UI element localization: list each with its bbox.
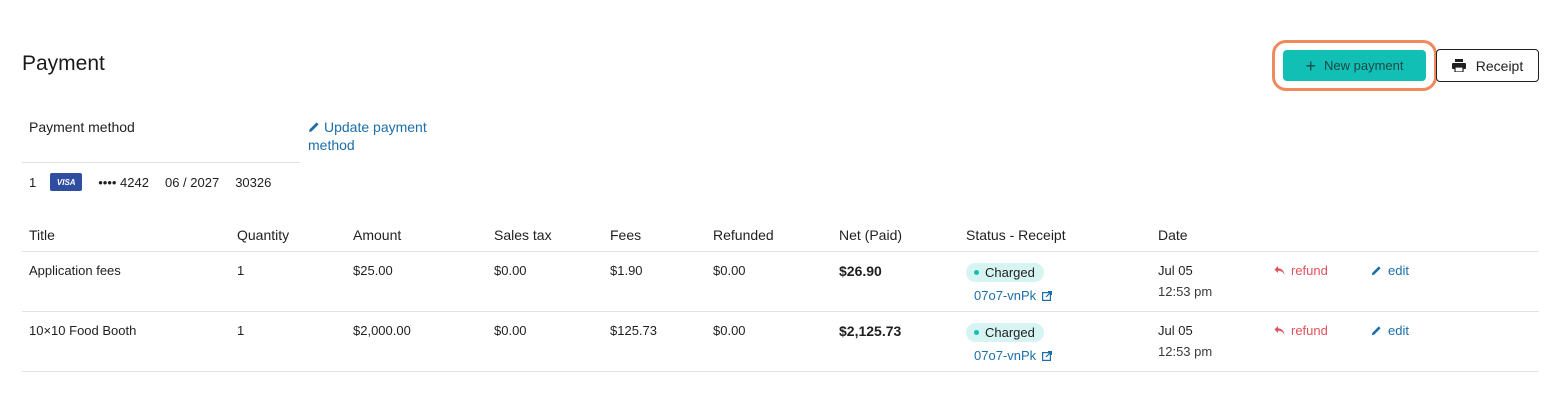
receipt-label: Receipt	[1475, 57, 1524, 74]
status-badge: Charged	[966, 323, 1044, 342]
row-sales-tax: $0.00	[494, 263, 527, 278]
header-date: Date	[1158, 227, 1188, 243]
pencil-icon	[1371, 326, 1381, 336]
payment-method-divider	[22, 162, 300, 163]
payments-table: Title Quantity Amount Sales tax Fees Ref…	[22, 219, 1539, 372]
table-row: 10×10 Food Booth 1 $2,000.00 $0.00 $125.…	[22, 312, 1539, 372]
page-title: Payment	[22, 52, 105, 75]
edit-label: edit	[1388, 263, 1409, 278]
row-refunded: $0.00	[713, 323, 746, 338]
status-label: Charged	[985, 265, 1035, 280]
row-title: Application fees	[29, 263, 121, 278]
printer-icon	[1451, 59, 1466, 72]
receipt-link[interactable]: 07o7-vnPk	[974, 348, 1053, 363]
row-date-day: Jul 05	[1158, 263, 1193, 278]
header-refunded: Refunded	[713, 227, 774, 243]
row-status: Charged 07o7-vnPk	[966, 323, 1053, 363]
row-quantity: 1	[237, 323, 245, 338]
new-payment-label: New payment	[1324, 58, 1404, 73]
status-label: Charged	[985, 325, 1035, 340]
row-amount: $2,000.00	[353, 323, 411, 338]
table-row: Application fees 1 $25.00 $0.00 $1.90 $0…	[22, 252, 1539, 312]
status-badge: Charged	[966, 263, 1044, 282]
row-sales-tax: $0.00	[494, 323, 527, 338]
edit-link[interactable]: edit	[1371, 323, 1409, 338]
payment-method-label: Payment method	[29, 119, 135, 135]
header-amount: Amount	[353, 227, 402, 243]
row-date-day: Jul 05	[1158, 323, 1193, 338]
status-dot-icon	[974, 330, 979, 335]
row-fees: $125.73	[610, 323, 657, 338]
header-quantity: Quantity	[237, 227, 290, 243]
card-zip: 30326	[235, 174, 272, 190]
row-quantity: 1	[237, 263, 245, 278]
row-net: $26.90	[839, 263, 882, 279]
visa-icon: VISA	[50, 173, 83, 191]
reply-icon	[1274, 326, 1285, 335]
row-net: $2,125.73	[839, 323, 902, 339]
row-refunded: $0.00	[713, 263, 746, 278]
refund-label: refund	[1291, 263, 1328, 278]
row-date-time: 12:53 pm	[1158, 344, 1213, 359]
row-title: 10×10 Food Booth	[29, 323, 137, 338]
header-status: Status - Receipt	[966, 227, 1066, 243]
row-fees: $1.90	[610, 263, 643, 278]
reply-icon	[1274, 266, 1285, 275]
header-title: Title	[29, 227, 55, 243]
refund-link[interactable]: refund	[1274, 323, 1328, 338]
refund-label: refund	[1291, 323, 1328, 338]
receipt-link[interactable]: 07o7-vnPk	[974, 288, 1053, 303]
card-number: •••• 4242	[98, 174, 149, 190]
row-date: Jul 05 12:53 pm	[1158, 323, 1212, 359]
receipt-button[interactable]: Receipt	[1436, 49, 1539, 82]
card-expiry: 06 / 2027	[164, 174, 220, 190]
payment-panel: Payment + New payment Receipt Payment me…	[0, 0, 1559, 415]
edit-link[interactable]: edit	[1371, 263, 1409, 278]
header-net: Net (Paid)	[839, 227, 903, 243]
receipt-id: 07o7-vnPk	[974, 288, 1037, 303]
row-amount: $25.00	[353, 263, 393, 278]
update-payment-method-label: Update payment method	[308, 119, 427, 153]
header-fees: Fees	[610, 227, 642, 243]
pencil-icon	[1371, 266, 1381, 276]
external-link-icon	[1042, 350, 1053, 361]
external-link-icon	[1042, 290, 1053, 301]
edit-label: edit	[1388, 323, 1409, 338]
payment-method-card: 1 VISA •••• 4242 06 / 2027 30326	[29, 172, 271, 192]
card-index: 1	[29, 174, 37, 190]
receipt-id: 07o7-vnPk	[974, 348, 1037, 363]
row-status: Charged 07o7-vnPk	[966, 263, 1053, 303]
refund-link[interactable]: refund	[1274, 263, 1328, 278]
new-payment-button[interactable]: + New payment	[1283, 50, 1426, 81]
header-sales-tax: Sales tax	[494, 227, 552, 243]
status-dot-icon	[974, 270, 979, 275]
pencil-icon	[309, 122, 319, 132]
table-header: Title Quantity Amount Sales tax Fees Ref…	[22, 219, 1539, 252]
plus-icon: +	[1305, 55, 1317, 76]
new-payment-highlight: + New payment	[1272, 40, 1437, 91]
row-date: Jul 05 12:53 pm	[1158, 263, 1212, 299]
row-date-time: 12:53 pm	[1158, 284, 1213, 299]
update-payment-method-link[interactable]: Update payment method	[308, 118, 448, 154]
